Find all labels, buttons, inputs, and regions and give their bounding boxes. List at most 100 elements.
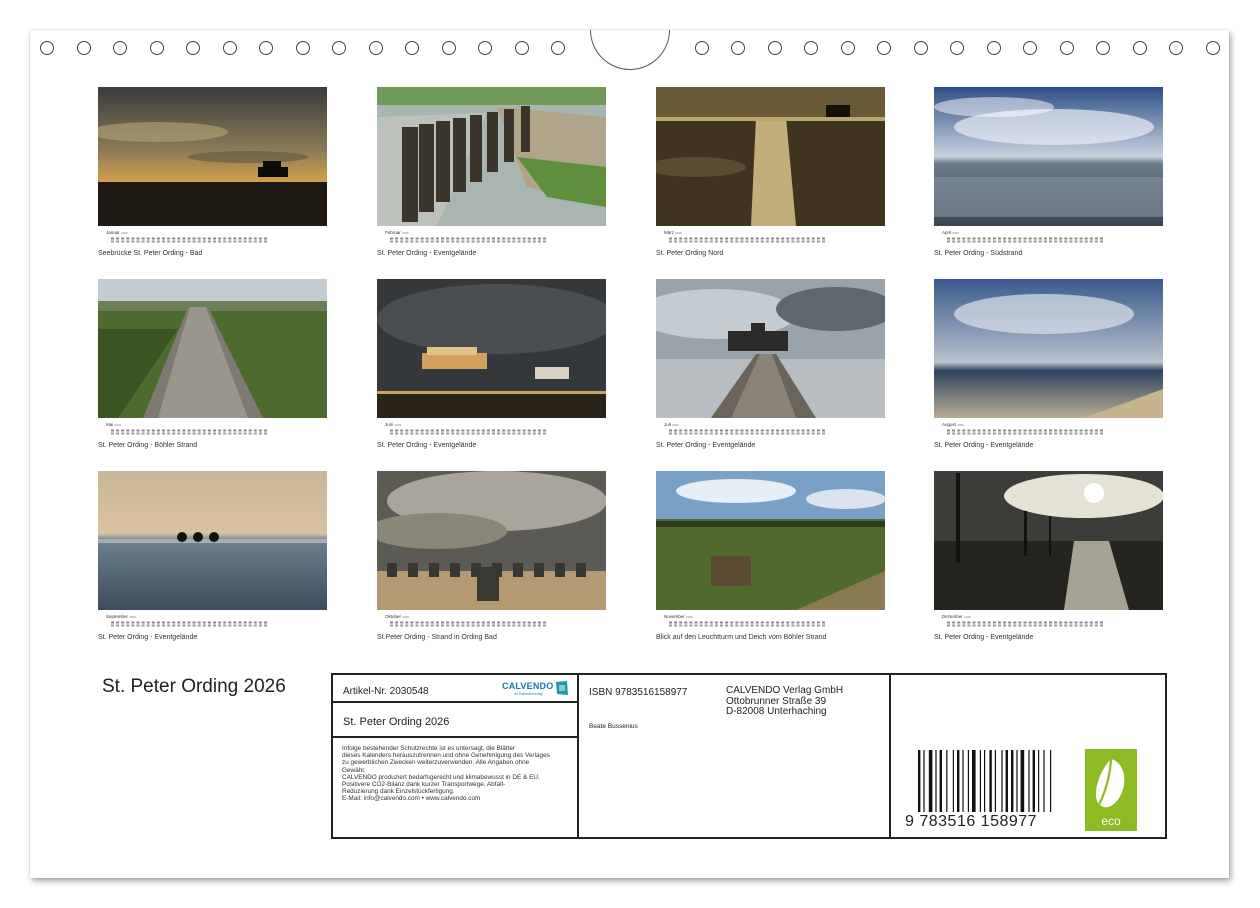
eco-leaf-icon: eco	[1085, 749, 1137, 831]
month-photo	[377, 471, 606, 610]
binding-ring	[841, 41, 855, 55]
month-label: Januar 2026	[106, 230, 128, 235]
publisher-address: CALVENDO Verlag GmbH Ottobrunner Straße …	[726, 685, 844, 717]
article-number: Artikel-Nr. 2030548	[343, 686, 429, 697]
month-card: Januar 2026 Seebrücke St. Peter Ording -…	[98, 87, 327, 262]
month-photo	[98, 279, 327, 418]
binding-ring	[914, 41, 928, 55]
photo-caption: St. Peter Ording - Böhler Strand	[98, 442, 198, 449]
photo-caption: St. Peter Ording - Eventgelände	[934, 442, 1034, 449]
month-card: März 2026 St. Peter Ording Nord	[656, 87, 885, 262]
calendar-title: St. Peter Ording 2026	[102, 676, 286, 697]
month-card: September 2026 St. Peter Ording - Eventg…	[98, 471, 327, 646]
binding-ring	[1023, 41, 1037, 55]
binding-ring	[950, 41, 964, 55]
binding-ring	[695, 41, 709, 55]
month-card: Juni 2026 St. Peter Ording - Eventgeländ…	[377, 279, 606, 454]
binding-ring	[731, 41, 745, 55]
month-label: August 2026	[942, 422, 964, 427]
month-card: Juli 2026 St. Peter Ording - Eventgeländ…	[656, 279, 885, 454]
photo-caption: Seebrücke St. Peter Ording - Bad	[98, 250, 203, 257]
binding-ring	[442, 41, 456, 55]
calendar-logo-icon	[556, 681, 568, 695]
month-card: Dezember 2026 St. Peter Ording - Eventge…	[934, 471, 1163, 646]
day-grid	[111, 429, 267, 435]
product-title: St. Peter Ording 2026	[343, 716, 450, 728]
author: Beate Bussenius	[589, 723, 638, 730]
photo-caption: St. Peter Ording - Eventgelände	[98, 634, 198, 641]
svg-text:eco: eco	[1101, 814, 1121, 828]
day-grid	[669, 429, 825, 435]
month-card: Mai 2026 St. Peter Ording - Böhler Stran…	[98, 279, 327, 454]
month-label: Februar 2026	[385, 230, 409, 235]
binding-ring	[987, 41, 1001, 55]
binding-ring	[150, 41, 164, 55]
month-photo	[377, 279, 606, 418]
month-photo	[656, 87, 885, 226]
day-grid	[947, 621, 1103, 627]
binding-ring	[77, 41, 91, 55]
binding-ring	[804, 41, 818, 55]
binding-ring	[40, 41, 54, 55]
binding-ring	[877, 41, 891, 55]
month-label: September 2026	[106, 614, 136, 619]
photo-caption: St. Peter Ording - Eventgelände	[377, 250, 477, 257]
binding-ring	[332, 41, 346, 55]
month-label: Juni 2026	[385, 422, 402, 427]
month-photo	[98, 87, 327, 226]
binding-ring	[405, 41, 419, 55]
photo-caption: St. Peter Ording - Eventgelände	[656, 442, 756, 449]
legal-notice: Infolge bestehender Schutzrechte ist es …	[342, 745, 550, 803]
month-label: März 2026	[664, 230, 682, 235]
day-grid	[390, 621, 546, 627]
day-grid	[390, 429, 546, 435]
barcode-digits: 9 783516 158977	[905, 813, 1038, 830]
day-grid	[669, 237, 825, 243]
product-info-box: Artikel-Nr. 2030548 CALVENDO Ihr Kalende…	[331, 673, 1167, 839]
month-label: April 2026	[942, 230, 959, 235]
month-card: August 2026 St. Peter Ording - Eventgelä…	[934, 279, 1163, 454]
month-photo	[656, 279, 885, 418]
month-label: November 2026	[664, 614, 693, 619]
month-photo	[656, 471, 885, 610]
photo-caption: St. Peter Ording Nord	[656, 250, 724, 257]
binding-ring	[1096, 41, 1110, 55]
binding-ring	[296, 41, 310, 55]
month-photo	[377, 87, 606, 226]
month-label: Oktober 2026	[385, 614, 409, 619]
isbn-barcode	[918, 750, 1052, 812]
binding-ring	[1060, 41, 1074, 55]
month-card: April 2026 St. Peter Ording - Südstrand	[934, 87, 1163, 262]
day-grid	[111, 237, 267, 243]
binding-ring	[1169, 41, 1183, 55]
month-photo	[934, 87, 1163, 226]
photo-caption: St. Peter Ording - Eventgelände	[377, 442, 477, 449]
photo-caption: Blick auf den Leuchtturm und Deich vom B…	[656, 634, 827, 641]
photo-caption: St.Peter Ording - Strand in Ording Bad	[377, 634, 497, 641]
month-card: Februar 2026 St. Peter Ording - Eventgel…	[377, 87, 606, 262]
day-grid	[947, 429, 1103, 435]
day-grid	[947, 237, 1103, 243]
month-card: Oktober 2026 St.Peter Ording - Strand in…	[377, 471, 606, 646]
month-photo	[934, 279, 1163, 418]
binding-ring	[1206, 41, 1220, 55]
binding-ring	[259, 41, 273, 55]
day-grid	[111, 621, 267, 627]
binding-ring	[113, 41, 127, 55]
isbn: ISBN 9783516158977	[589, 687, 688, 698]
binding-ring	[478, 41, 492, 55]
day-grid	[390, 237, 546, 243]
month-card: November 2026 Blick auf den Leuchtturm u…	[656, 471, 885, 646]
month-label: Mai 2026	[106, 422, 122, 427]
binding-ring	[551, 41, 565, 55]
binding-ring	[369, 41, 383, 55]
binding-ring	[515, 41, 529, 55]
photo-caption: St. Peter Ording - Südstrand	[934, 250, 1023, 257]
month-photo	[934, 471, 1163, 610]
binding-ring	[223, 41, 237, 55]
month-label: Juli 2026	[664, 422, 679, 427]
binding-ring	[1133, 41, 1147, 55]
month-photo	[98, 471, 327, 610]
binding-ring	[768, 41, 782, 55]
binding-ring	[186, 41, 200, 55]
